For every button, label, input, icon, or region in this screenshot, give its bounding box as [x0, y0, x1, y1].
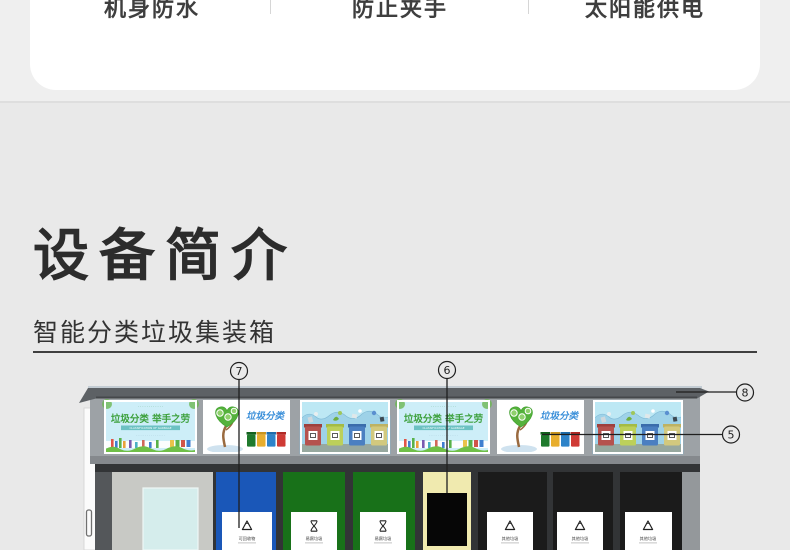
- frame-right-post: [682, 472, 700, 550]
- poster-banner-2: [394, 398, 493, 455]
- door-card-label: 其他垃圾: [640, 535, 658, 542]
- inspection-window: [142, 487, 199, 550]
- feature-solar-power: 太阳能供电: [584, 0, 706, 22]
- product-detail-page: 机身防水 防止夹手 太阳能供电 设备简介 智能分类垃圾集装箱 · · · · ·…: [0, 0, 790, 550]
- poster-tree-1: [201, 398, 292, 456]
- drop-opening: [427, 493, 467, 546]
- callout-5: 5: [728, 429, 735, 442]
- door-kitchen-2: 易腐垃圾: [353, 472, 415, 550]
- title-underline: [33, 351, 757, 353]
- callout-6: 6: [444, 364, 451, 377]
- feature-divider: [528, 0, 529, 14]
- section-title: 设备简介: [33, 224, 297, 289]
- door-card-label: 其他垃圾: [572, 535, 590, 542]
- door-card-label: 易腐垃圾: [375, 535, 393, 542]
- poster-tree-2: [495, 398, 586, 456]
- callout-8: 8: [742, 387, 749, 400]
- section-subtitle: 智能分类垃圾集装箱: [33, 318, 277, 347]
- container-diagram: · · · · · · · · · · · · 垃圾分类 举手之劳 CLASSI…: [79, 360, 755, 550]
- poster-banner-1: [101, 398, 200, 455]
- feature-anti-pinch: 防止夹手: [351, 0, 449, 22]
- door-gray-panel: [112, 472, 213, 550]
- door-other-3: 其他垃圾: [620, 472, 682, 550]
- door-card-label: 其他垃圾: [502, 535, 520, 542]
- callout-7: 7: [236, 365, 243, 378]
- door-card-label: 可回收物: [239, 535, 256, 542]
- feature-bar: 机身防水 防止夹手 太阳能供电: [0, 0, 790, 103]
- poster-bins-1: [299, 399, 391, 455]
- equipment-intro-section: 设备简介 智能分类垃圾集装箱 · · · · · · · · · · · · 垃…: [0, 103, 790, 550]
- feature-waterproof: 机身防水: [103, 0, 201, 22]
- frame-divider-bar: [90, 456, 700, 464]
- door-recyclable: 可回收物: [216, 472, 276, 550]
- door-card: [557, 512, 603, 550]
- door-other-1: 其他垃圾: [478, 472, 547, 550]
- frame-left-post: [95, 472, 112, 550]
- door-kitchen-1: 易腐垃圾: [283, 472, 345, 550]
- door-card-label: 易腐垃圾: [306, 535, 324, 542]
- feature-divider: [270, 0, 271, 14]
- door-other-2: 其他垃圾: [553, 472, 613, 550]
- door-card: [487, 512, 533, 550]
- door-card: [625, 512, 672, 550]
- poster-bins-2: [592, 399, 684, 455]
- door-card: [222, 512, 272, 550]
